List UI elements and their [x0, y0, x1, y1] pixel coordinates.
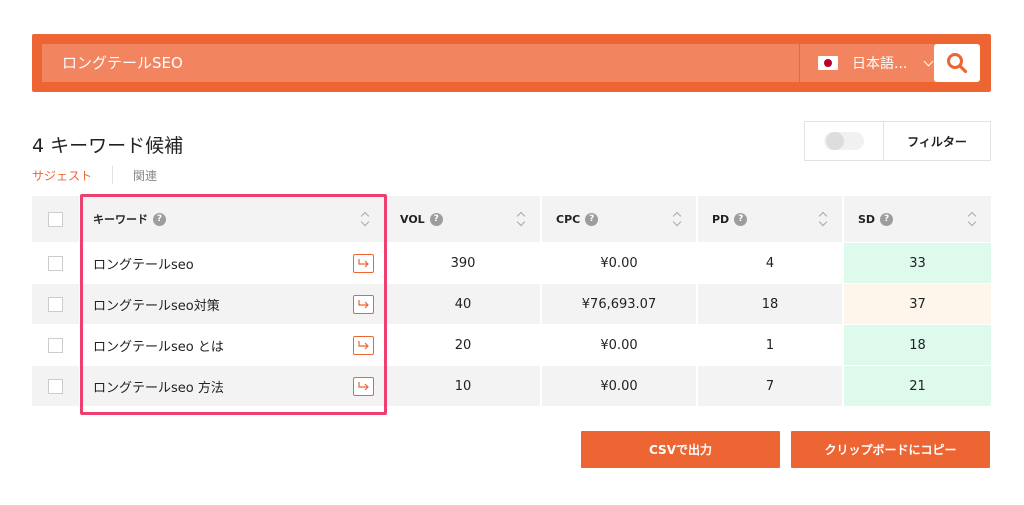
row-check-cell [32, 325, 81, 365]
open-keyword-icon[interactable] [353, 254, 374, 273]
header-vol: VOL? [386, 196, 542, 242]
filter-toggle[interactable] [824, 132, 864, 150]
toggle-wrapper [805, 122, 884, 160]
keyword-text: ロングテールseo 方法 [93, 380, 224, 396]
chevron-down-icon [923, 56, 934, 67]
keyword-cell: ロングテールseo [81, 243, 386, 283]
keyword-text: ロングテールseo対策 [93, 298, 220, 314]
search-button[interactable] [934, 44, 980, 82]
search-icon [947, 53, 968, 74]
sort-icon[interactable] [818, 211, 828, 227]
table-row: ロングテールseo 390 ¥0.00 4 33 [32, 243, 991, 284]
export-csv-button[interactable]: CSVで出力 [581, 431, 780, 468]
tab-related[interactable]: 関連 [133, 167, 157, 184]
row-check-cell [32, 284, 81, 324]
keyword-cell: ロングテールseo 方法 [81, 366, 386, 406]
sort-icon[interactable] [672, 211, 682, 227]
sd-cell: 18 [844, 325, 991, 365]
language-label: 日本語... [852, 56, 908, 72]
keyword-text: ロングテールseo [93, 257, 194, 273]
copy-clipboard-button[interactable]: クリップボードにコピー [791, 431, 990, 468]
keyword-cell: ロングテールseo対策 [81, 284, 386, 324]
table-row: ロングテールseo 方法 10 ¥0.00 7 21 [32, 366, 991, 407]
header-keyword: キーワード? [81, 196, 386, 242]
header-cpc: CPC? [542, 196, 698, 242]
select-all-checkbox[interactable] [48, 211, 63, 227]
toggle-knob [826, 132, 844, 150]
pd-cell: 18 [698, 284, 844, 324]
row-check-cell [32, 243, 81, 283]
search-bar: 日本語... [32, 34, 991, 92]
keyword-text: ロングテールseo とは [93, 339, 224, 355]
cpc-cell: ¥0.00 [542, 325, 698, 365]
cpc-cell: ¥0.00 [542, 366, 698, 406]
sort-icon[interactable] [516, 211, 526, 227]
cpc-cell: ¥76,693.07 [542, 284, 698, 324]
table-row: ロングテールseo とは 20 ¥0.00 1 18 [32, 325, 991, 366]
header-pd-label: PD [712, 212, 730, 226]
sort-icon[interactable] [967, 211, 977, 227]
keyword-cell: ロングテールseo とは [81, 325, 386, 365]
tab-suggest[interactable]: サジェスト [32, 167, 92, 184]
header-sd-label: SD [858, 212, 876, 226]
header-vol-label: VOL [400, 212, 425, 226]
language-select[interactable]: 日本語... [800, 44, 946, 82]
header-keyword-label: キーワード [93, 213, 148, 226]
row-checkbox[interactable] [48, 337, 63, 353]
header-check-cell [32, 196, 81, 242]
help-icon[interactable]: ? [734, 212, 748, 226]
table-row: ロングテールseo対策 40 ¥76,693.07 18 37 [32, 284, 991, 325]
tabs: サジェスト 関連 [32, 166, 157, 184]
sd-cell: 37 [844, 284, 991, 324]
help-icon[interactable]: ? [585, 212, 599, 226]
vol-cell: 40 [386, 284, 542, 324]
header-cpc-label: CPC [556, 212, 581, 226]
help-icon[interactable]: ? [429, 212, 443, 226]
keyword-table: キーワード? VOL? CPC? PD? SD? ロングテールseo 390 ¥… [32, 196, 991, 407]
result-count-title: 4 キーワード候補 [32, 135, 184, 157]
row-checkbox[interactable] [48, 296, 63, 312]
open-keyword-icon[interactable] [353, 295, 374, 314]
sort-icon[interactable] [360, 211, 370, 227]
search-input[interactable] [42, 44, 799, 82]
help-icon[interactable]: ? [880, 212, 894, 226]
tab-divider [112, 166, 114, 184]
header-pd: PD? [698, 196, 844, 242]
pd-cell: 1 [698, 325, 844, 365]
vol-cell: 20 [386, 325, 542, 365]
vol-cell: 390 [386, 243, 542, 283]
pd-cell: 7 [698, 366, 844, 406]
row-checkbox[interactable] [48, 255, 63, 271]
row-checkbox[interactable] [48, 378, 63, 394]
row-check-cell [32, 366, 81, 406]
cpc-cell: ¥0.00 [542, 243, 698, 283]
open-keyword-icon[interactable] [353, 336, 374, 355]
open-keyword-icon[interactable] [353, 377, 374, 396]
sd-cell: 21 [844, 366, 991, 406]
vol-cell: 10 [386, 366, 542, 406]
help-icon[interactable]: ? [153, 212, 166, 226]
table-header-row: キーワード? VOL? CPC? PD? SD? [32, 196, 991, 243]
filter-panel: フィルター [804, 121, 991, 161]
japan-flag-icon [818, 56, 838, 70]
filter-button[interactable]: フィルター [884, 122, 990, 160]
pd-cell: 4 [698, 243, 844, 283]
sd-cell: 33 [844, 243, 991, 283]
header-sd: SD? [844, 196, 991, 242]
